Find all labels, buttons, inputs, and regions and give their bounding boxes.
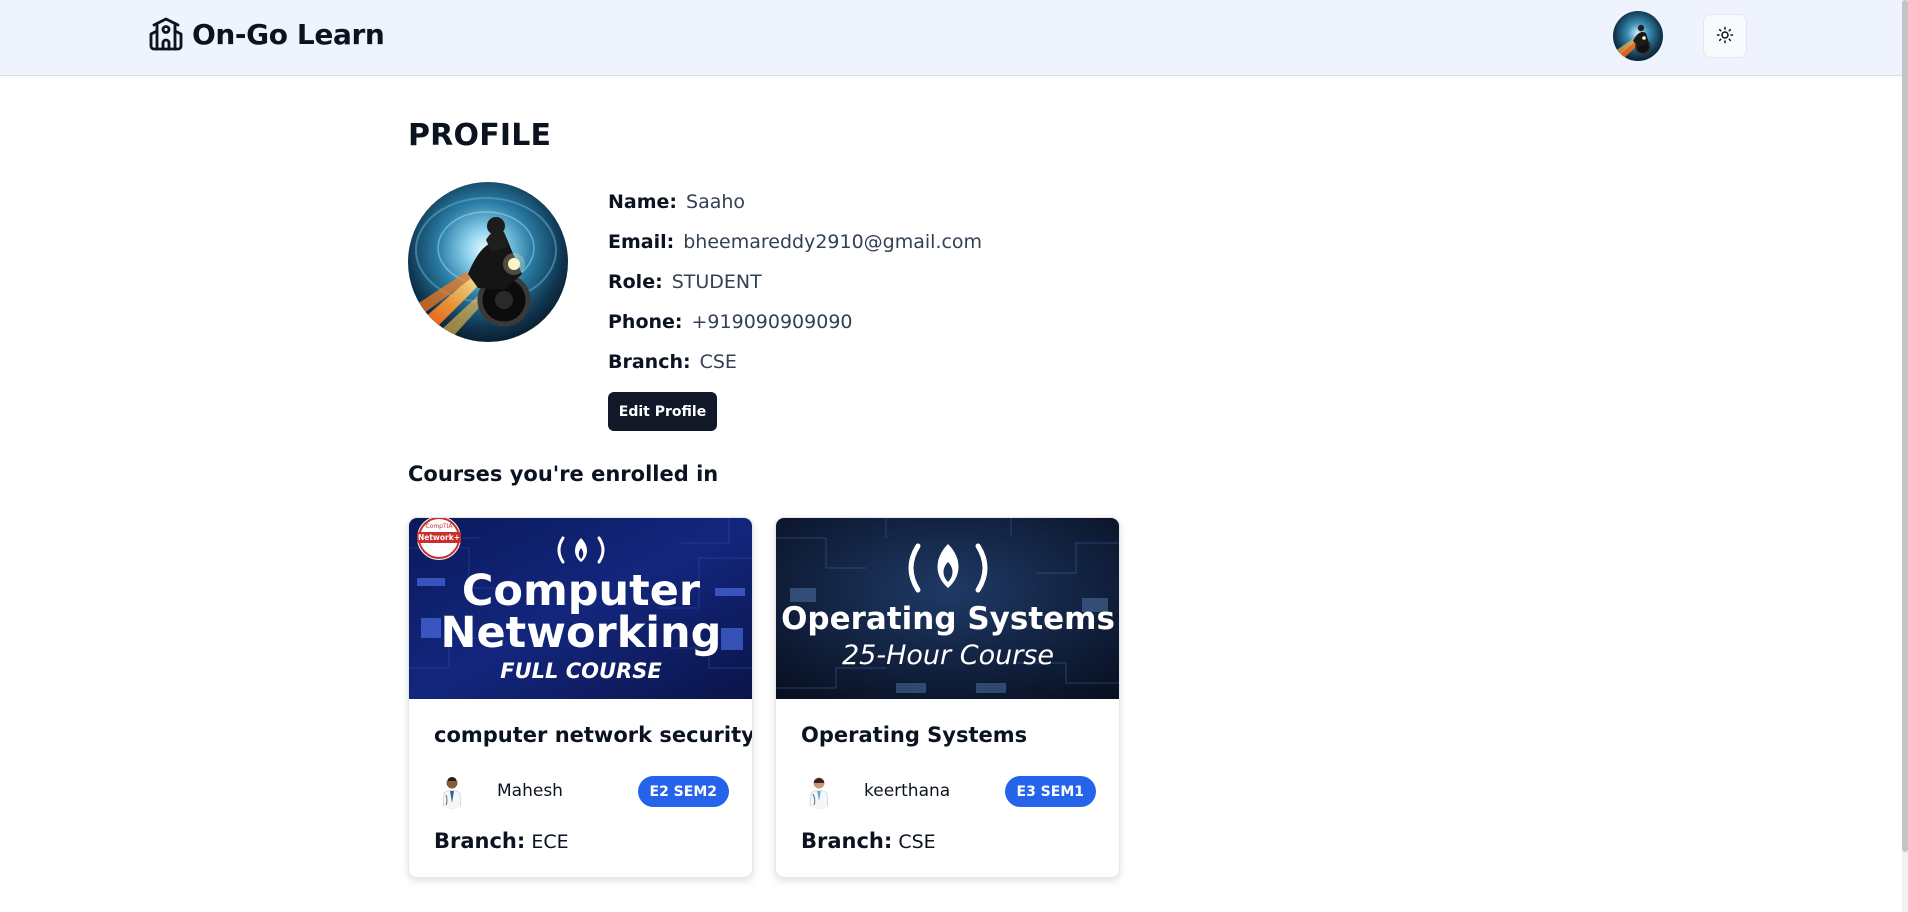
profile-phone-row: Phone: +919090909090 <box>608 302 982 342</box>
profile-branch-row: Branch: CSE <box>608 342 982 382</box>
course-card[interactable]: CompTIA Network+ Computer Networking FUL… <box>408 517 753 878</box>
course-instructor-row: keerthana E3 SEM1 <box>801 771 1096 811</box>
course-instructor-row: Mahesh E2 SEM2 <box>434 771 729 811</box>
top-navbar: On-Go Learn <box>0 0 1902 76</box>
course-branch: Branch: ECE <box>434 829 569 853</box>
course-thumbnail: Operating Systems 25-Hour Course <box>776 518 1119 699</box>
instructor-name: Mahesh <box>497 781 563 801</box>
enrolled-courses-heading: Courses you're enrolled in <box>408 462 719 486</box>
branch-value: CSE <box>699 351 737 373</box>
thumbnail-badge-line1: CompTIA <box>425 523 453 530</box>
profile-email-row: Email: bheemareddy2910@gmail.com <box>608 222 982 262</box>
instructor-avatar <box>434 773 470 809</box>
course-title[interactable]: computer network security <box>434 723 752 747</box>
brand-name: On-Go Learn <box>192 17 385 51</box>
profile-role-row: Role: STUDENT <box>608 262 982 302</box>
course-branch-label: Branch: <box>801 829 893 853</box>
email-value: bheemareddy2910@gmail.com <box>683 231 983 253</box>
brand-link[interactable]: On-Go Learn <box>148 16 385 52</box>
branch-label: Branch: <box>608 351 691 373</box>
name-label: Name: <box>608 191 678 213</box>
role-value: STUDENT <box>671 271 762 293</box>
course-card[interactable]: Operating Systems 25-Hour Course Operati… <box>775 517 1120 878</box>
instructor-avatar <box>801 773 837 809</box>
phone-value: +919090909090 <box>691 311 853 333</box>
role-label: Role: <box>608 271 663 293</box>
school-building-icon <box>148 16 184 52</box>
course-branch: Branch: CSE <box>801 829 936 853</box>
email-label: Email: <box>608 231 675 253</box>
course-branch-value: CSE <box>898 831 936 853</box>
thumbnail-badge-line2: Network+ <box>418 533 460 542</box>
profile-details: Name: Saaho Email: bheemareddy2910@gmail… <box>608 182 982 382</box>
edit-profile-button[interactable]: Edit Profile <box>608 392 717 431</box>
thumbnail-line2: Networking <box>441 608 722 658</box>
user-avatar-menu[interactable] <box>1613 11 1663 61</box>
course-thumbnail: CompTIA Network+ Computer Networking FUL… <box>409 518 752 699</box>
profile-avatar <box>408 182 568 342</box>
phone-label: Phone: <box>608 311 683 333</box>
course-branch-label: Branch: <box>434 829 526 853</box>
vertical-scrollbar[interactable] <box>1902 0 1908 912</box>
course-branch-value: ECE <box>531 831 569 853</box>
theme-toggle-button[interactable] <box>1703 14 1747 58</box>
semester-badge: E3 SEM1 <box>1004 776 1096 807</box>
instructor-name: keerthana <box>864 781 951 801</box>
name-value: Saaho <box>686 191 746 213</box>
thumbnail-line3: FULL COURSE <box>500 659 662 683</box>
scrollbar-thumb[interactable] <box>1902 0 1908 852</box>
thumbnail-line2: 25-Hour Course <box>842 640 1054 671</box>
course-title[interactable]: Operating Systems <box>801 723 1027 747</box>
thumbnail-line1: Operating Systems <box>781 601 1115 637</box>
profile-name-row: Name: Saaho <box>608 182 982 222</box>
page: On-Go Learn PROFILE Name: Saaho Email: b… <box>0 0 1908 912</box>
semester-badge: E2 SEM2 <box>637 776 729 807</box>
page-title: PROFILE <box>408 118 552 153</box>
sun-icon <box>1716 26 1734 47</box>
